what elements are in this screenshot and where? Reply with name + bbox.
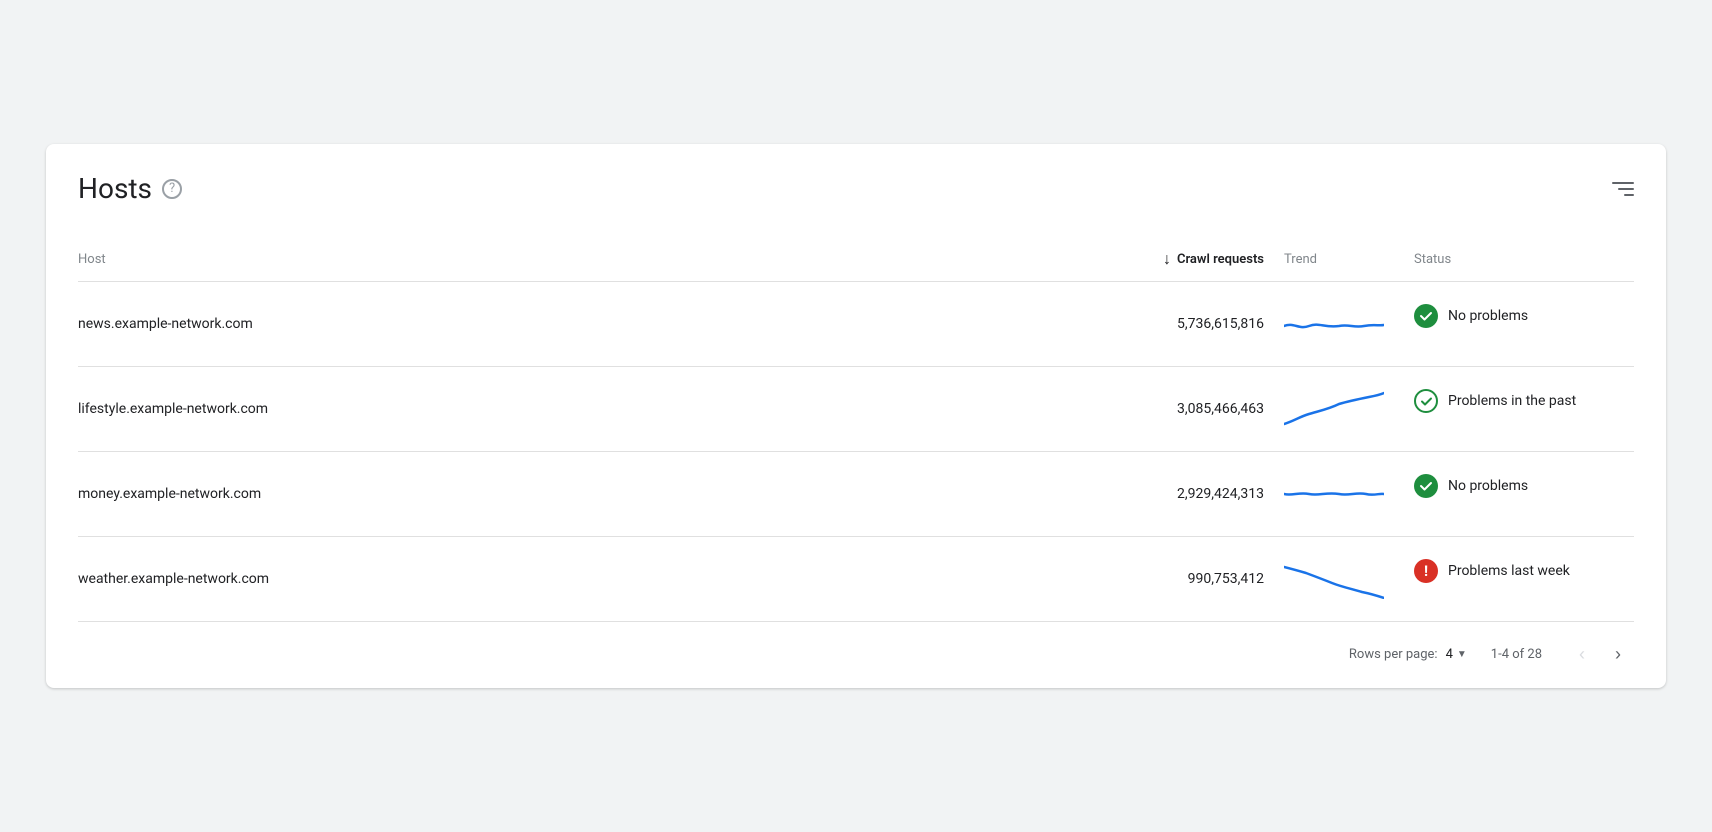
next-page-button[interactable]: ›: [1602, 638, 1634, 670]
col-crawl-label: Crawl requests: [1177, 252, 1264, 267]
trend-chart: [1284, 304, 1384, 344]
status-cell: No problems: [1414, 282, 1634, 350]
status-cell: No problems: [1414, 452, 1634, 520]
card-header: Hosts ?: [78, 172, 1634, 205]
header-left: Hosts ?: [78, 172, 182, 205]
col-status: Status: [1414, 237, 1634, 282]
rows-per-page-label: Rows per page:: [1349, 647, 1438, 662]
host-cell: news.example-network.com: [78, 282, 934, 367]
hosts-table: Host ↓ Crawl requests Trend Status news.…: [78, 237, 1634, 621]
trend-chart: [1284, 474, 1384, 514]
trend-chart: [1284, 389, 1384, 429]
col-crawl-requests[interactable]: ↓ Crawl requests: [934, 237, 1284, 282]
trend-chart: [1284, 559, 1384, 599]
status-ok-icon: [1414, 474, 1438, 498]
rows-select-arrow-icon: ▼: [1457, 649, 1467, 660]
table-row: news.example-network.com 5,736,615,816 N…: [78, 282, 1634, 367]
rows-per-page-value: 4: [1446, 647, 1453, 662]
crawl-cell: 990,753,412: [934, 537, 1284, 622]
table-row: weather.example-network.com 990,753,412 …: [78, 537, 1634, 622]
table-row: money.example-network.com 2,929,424,313 …: [78, 452, 1634, 537]
page-title: Hosts: [78, 172, 152, 205]
pagination-buttons: ‹ ›: [1566, 638, 1634, 670]
status-error-icon: !: [1414, 559, 1438, 583]
status-past-icon: [1414, 389, 1438, 413]
sort-arrow-icon: ↓: [1163, 249, 1171, 269]
col-host: Host: [78, 237, 934, 282]
status-label: No problems: [1448, 308, 1528, 324]
filter-button[interactable]: [1612, 182, 1634, 196]
filter-lines-icon: [1612, 182, 1634, 196]
pagination-row: Rows per page: 4 ▼ 1-4 of 28 ‹ ›: [78, 621, 1634, 688]
status-label: No problems: [1448, 478, 1528, 494]
trend-cell: [1284, 537, 1414, 622]
status-cell: ! Problems last week: [1414, 537, 1634, 605]
prev-page-button[interactable]: ‹: [1566, 638, 1598, 670]
host-cell: lifestyle.example-network.com: [78, 367, 934, 452]
host-cell: money.example-network.com: [78, 452, 934, 537]
status-cell: Problems in the past: [1414, 367, 1634, 435]
trend-cell: [1284, 282, 1414, 367]
rows-per-page-select[interactable]: 4 ▼: [1446, 647, 1467, 662]
status-label: Problems in the past: [1448, 393, 1576, 409]
help-icon[interactable]: ?: [162, 179, 182, 199]
table-header-row: Host ↓ Crawl requests Trend Status: [78, 237, 1634, 282]
host-cell: weather.example-network.com: [78, 537, 934, 622]
status-label: Problems last week: [1448, 563, 1570, 579]
page-info: 1-4 of 28: [1491, 647, 1542, 662]
table-row: lifestyle.example-network.com 3,085,466,…: [78, 367, 1634, 452]
rows-per-page: Rows per page: 4 ▼: [1349, 647, 1467, 662]
crawl-cell: 2,929,424,313: [934, 452, 1284, 537]
trend-cell: [1284, 367, 1414, 452]
status-ok-icon: [1414, 304, 1438, 328]
trend-cell: [1284, 452, 1414, 537]
crawl-cell: 5,736,615,816: [934, 282, 1284, 367]
table-body: news.example-network.com 5,736,615,816 N…: [78, 282, 1634, 622]
hosts-card: Hosts ? Host ↓ Crawl requests Trend: [46, 144, 1666, 688]
crawl-cell: 3,085,466,463: [934, 367, 1284, 452]
col-trend: Trend: [1284, 237, 1414, 282]
